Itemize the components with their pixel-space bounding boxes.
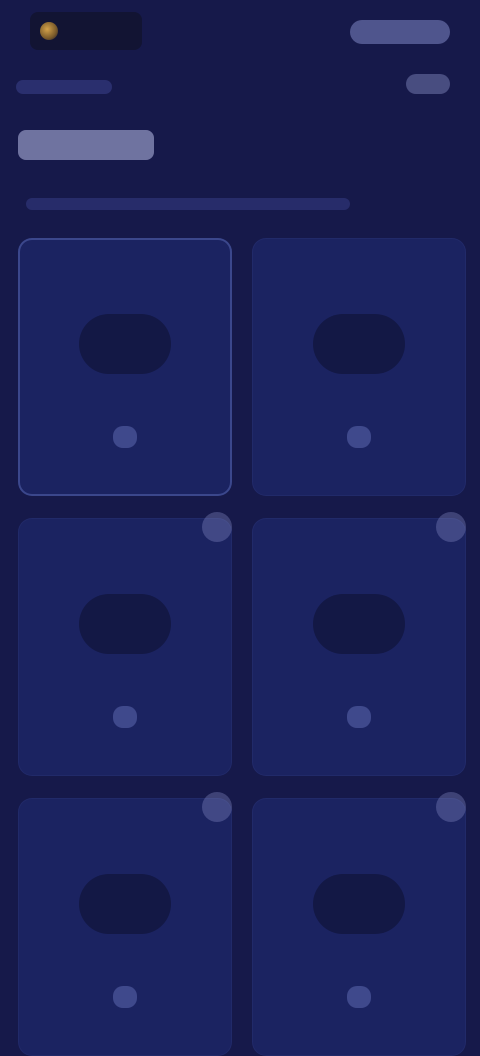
plan-icon (313, 874, 405, 934)
breadcrumb (16, 80, 112, 94)
plan-icon (79, 594, 171, 654)
plan-card-label (113, 426, 137, 448)
plan-icon (313, 594, 405, 654)
plan-card[interactable] (252, 792, 466, 1056)
secondary-link[interactable] (406, 74, 450, 94)
card-grid (18, 238, 466, 1056)
plan-card[interactable] (18, 512, 232, 776)
plan-icon (79, 314, 171, 374)
badge-icon (202, 512, 232, 542)
logo[interactable] (30, 12, 142, 50)
plan-card-label (347, 426, 371, 448)
plan-icon (79, 874, 171, 934)
logo-icon (40, 22, 58, 40)
plan-card-label (113, 986, 137, 1008)
plan-card-label (113, 706, 137, 728)
plan-card[interactable] (252, 238, 466, 496)
plan-card-label (347, 706, 371, 728)
plan-card-label (347, 986, 371, 1008)
header-action-button[interactable] (350, 20, 450, 44)
badge-icon (202, 792, 232, 822)
plan-icon (313, 314, 405, 374)
plan-card[interactable] (252, 512, 466, 776)
page-description (26, 198, 350, 210)
plan-card[interactable] (18, 238, 232, 496)
plan-card[interactable] (18, 792, 232, 1056)
top-bar (0, 0, 480, 64)
page-title (18, 130, 154, 160)
badge-icon (436, 512, 466, 542)
badge-icon (436, 792, 466, 822)
